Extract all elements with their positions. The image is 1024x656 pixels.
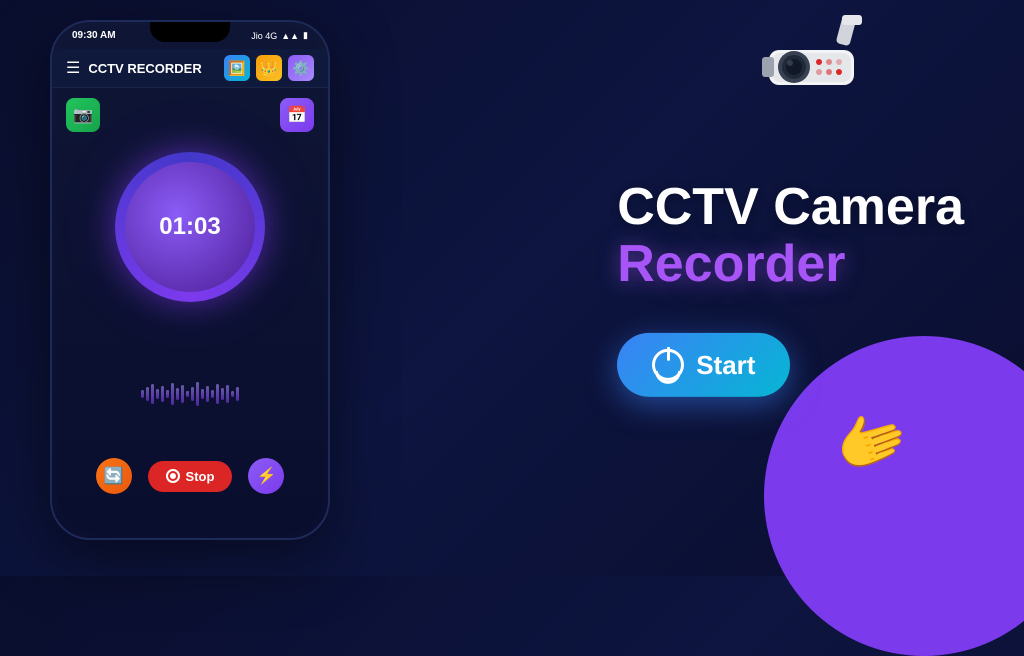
- wave-bar: [216, 384, 219, 404]
- stop-label: Stop: [186, 469, 215, 484]
- wifi-icon: ▮: [303, 30, 308, 41]
- phone-notch: [150, 22, 230, 42]
- stop-record-icon: [166, 469, 180, 483]
- app-bar-icons: 🖼️ 👑 ⚙️: [224, 55, 314, 81]
- bottom-controls: 🔄 Stop ⚡: [66, 458, 314, 494]
- wave-bar: [196, 382, 199, 406]
- status-icons: Jio 4G ▲▲ ▮: [251, 30, 308, 41]
- status-time: 09:30 AM: [72, 30, 116, 41]
- timer-inner-circle: 01:03: [125, 162, 255, 292]
- wave-bar: [191, 387, 194, 401]
- wave-bar: [151, 384, 154, 404]
- premium-icon-button[interactable]: 👑: [256, 55, 282, 81]
- crown-emoji: 👑: [260, 60, 277, 77]
- wave-bar: [211, 390, 214, 398]
- wave-bar: [231, 391, 234, 397]
- front-camera-button[interactable]: 📷: [66, 98, 100, 132]
- timer-outer-ring: 01:03: [115, 152, 265, 302]
- wave-bar: [166, 390, 169, 398]
- start-button[interactable]: Start: [617, 333, 790, 397]
- app-title: CCTV RECORDER: [88, 61, 224, 76]
- schedule-button[interactable]: 📅: [280, 98, 314, 132]
- sound-waves: [52, 364, 328, 424]
- cctv-camera-image: [754, 15, 884, 115]
- power-icon: [652, 349, 684, 381]
- flash-icon: ⚡: [256, 466, 276, 486]
- wave-bar: [141, 390, 144, 398]
- settings-icon-button[interactable]: ⚙️: [288, 55, 314, 81]
- stop-button[interactable]: Stop: [148, 461, 233, 492]
- wave-bar: [226, 385, 229, 403]
- wave-bar: [146, 387, 149, 401]
- title-line1: CCTV Camera: [617, 179, 964, 236]
- menu-icon[interactable]: ☰: [66, 58, 80, 78]
- settings-emoji: ⚙️: [292, 60, 309, 77]
- carrier-label: Jio 4G: [251, 31, 277, 41]
- wave-bar: [176, 388, 179, 400]
- wave-bar: [201, 389, 204, 399]
- wave-bar: [171, 383, 174, 405]
- wave-bar: [186, 391, 189, 397]
- schedule-icon: 📅: [287, 105, 307, 125]
- right-section: CCTV Camera Recorder Start: [617, 179, 964, 397]
- phone-mockup: 09:30 AM Jio 4G ▲▲ ▮ ☰ CCTV RECORDER 🖼️ …: [50, 20, 330, 540]
- timer-display: 01:03: [159, 213, 220, 241]
- gallery-emoji: 🖼️: [228, 60, 245, 77]
- phone-frame: 09:30 AM Jio 4G ▲▲ ▮ ☰ CCTV RECORDER 🖼️ …: [50, 20, 330, 540]
- camera-icon: 📷: [73, 105, 93, 125]
- app-name-title: CCTV Camera Recorder: [617, 179, 964, 293]
- title-line2: Recorder: [617, 236, 964, 293]
- wave-bar: [161, 386, 164, 402]
- wave-bar: [156, 389, 159, 399]
- gallery-icon-button[interactable]: 🖼️: [224, 55, 250, 81]
- rotate-icon: 🔄: [104, 466, 124, 486]
- rotate-button[interactable]: 🔄: [96, 458, 132, 494]
- wave-bar: [221, 388, 224, 400]
- timer-container: 01:03: [66, 152, 314, 302]
- wave-bar: [236, 387, 239, 401]
- phone-content: 📷 📅 01:03: [52, 88, 328, 514]
- flash-button[interactable]: ⚡: [248, 458, 284, 494]
- top-action-buttons: 📷 📅: [66, 98, 314, 132]
- wave-bar: [206, 386, 209, 402]
- signal-icon: ▲▲: [281, 31, 299, 41]
- start-label: Start: [696, 350, 755, 381]
- app-bar: ☰ CCTV RECORDER 🖼️ 👑 ⚙️: [52, 49, 328, 88]
- stop-record-dot: [170, 473, 176, 479]
- wave-bar: [181, 385, 184, 403]
